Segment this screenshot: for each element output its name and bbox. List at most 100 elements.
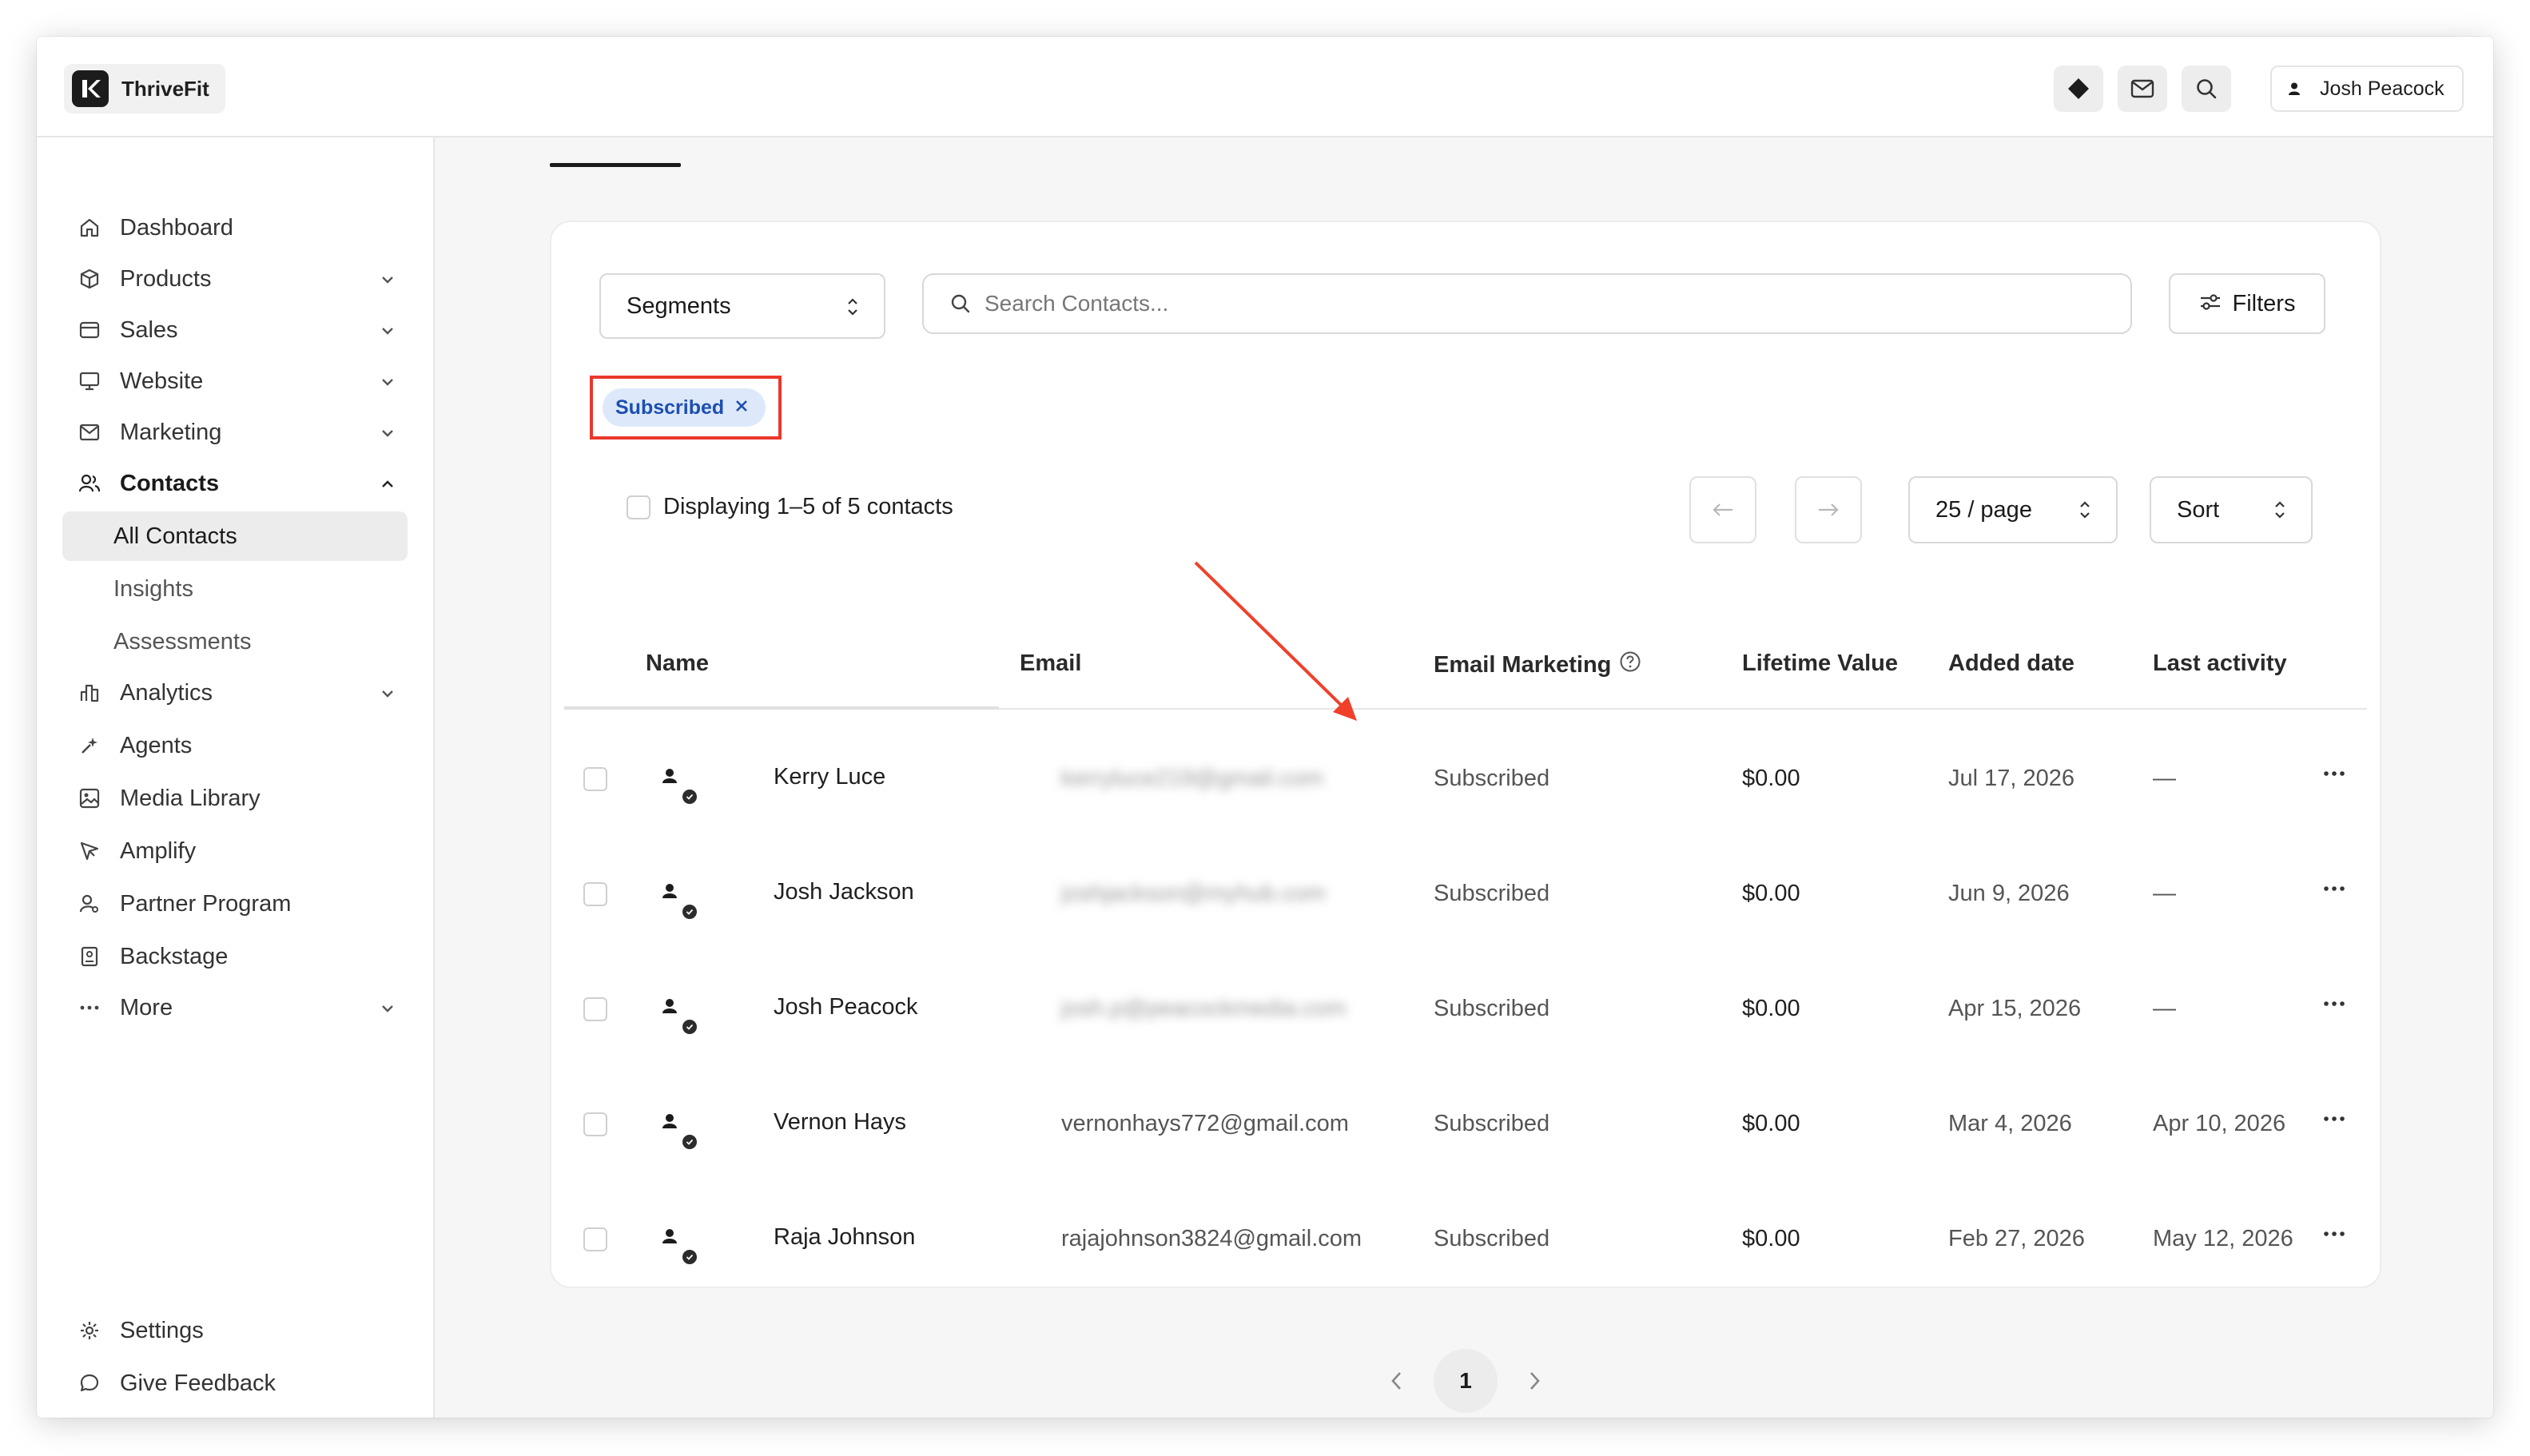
sidebar-item-label: Analytics	[120, 679, 213, 706]
column-header-last-activity[interactable]: Last activity	[2153, 650, 2287, 677]
column-header-name[interactable]: Name	[646, 650, 709, 677]
row-more-button[interactable]	[2314, 1218, 2354, 1250]
header-label: Added date	[1948, 650, 2075, 676]
contacts-card: Segments Search Contacts... Filters Subs…	[550, 221, 2381, 1288]
sidebar-item-agents[interactable]: Agents	[62, 721, 408, 770]
more-dots-icon	[2324, 886, 2345, 891]
row-more-button[interactable]	[2314, 1103, 2354, 1135]
prev-page-button[interactable]	[1689, 476, 1756, 543]
sidebar-item-partner-program[interactable]: Partner Program	[62, 879, 408, 929]
sidebar-item-assessments[interactable]: Assessments	[62, 617, 408, 666]
sidebar-item-sales[interactable]: Sales	[62, 305, 408, 355]
sidebar-item-give-feedback[interactable]: Give Feedback	[62, 1359, 408, 1408]
close-icon[interactable]	[734, 396, 750, 420]
inbox-button[interactable]	[2118, 66, 2167, 112]
name-column-divider	[564, 706, 999, 710]
row-checkbox[interactable]	[583, 1227, 607, 1251]
lifetime-value: $0.00	[1742, 1226, 1800, 1251]
sidebar-item-label: Assessments	[113, 628, 252, 654]
updown-chevron-icon	[2076, 499, 2094, 527]
arrow-left-icon	[1713, 503, 1732, 516]
sidebar-item-label: Website	[120, 368, 204, 394]
sidebar-item-backstage[interactable]: Backstage	[62, 932, 408, 981]
sidebar-item-analytics[interactable]: Analytics	[62, 668, 408, 718]
contact-name[interactable]: Kerry Luce	[774, 764, 885, 790]
partner-icon	[74, 893, 105, 914]
brand-switcher[interactable]: ThriveFit	[64, 64, 225, 113]
sidebar-item-label: Agents	[120, 732, 193, 758]
email-marketing-status: Subscribed	[1434, 766, 1550, 791]
table-row[interactable]: Kerry Luce kerryluce219@gmail.com Subscrib…	[551, 721, 2383, 836]
sidebar-item-label: Sales	[120, 316, 178, 343]
email-marketing-status: Subscribed	[1434, 881, 1550, 906]
segments-select[interactable]: Segments	[599, 273, 885, 339]
sidebar-item-marketing[interactable]: Marketing	[62, 408, 408, 457]
help-icon[interactable]	[1619, 650, 1641, 679]
table-row[interactable]: Raja Johnson rajajohnson3824@gmail.com Sub…	[551, 1181, 2383, 1296]
search-icon	[949, 292, 972, 315]
row-checkbox[interactable]	[583, 882, 607, 906]
user-name: Josh Peacock	[2320, 77, 2444, 100]
chevron-down-icon	[379, 997, 396, 1024]
row-more-button[interactable]	[2314, 988, 2354, 1020]
brand-logo-icon	[72, 70, 109, 107]
filters-button[interactable]: Filters	[2169, 273, 2325, 334]
per-page-select[interactable]: 25 / page	[1908, 476, 2118, 543]
column-header-email-marketing[interactable]: Email Marketing	[1434, 650, 1641, 679]
pager-next-button[interactable]	[1517, 1363, 1552, 1398]
diamond-button[interactable]	[2054, 66, 2103, 112]
contact-name[interactable]: Josh Jackson	[774, 879, 914, 905]
search-button[interactable]	[2182, 66, 2231, 112]
email-marketing-status: Subscribed	[1434, 1111, 1550, 1136]
sidebar-item-amplify[interactable]: Amplify	[62, 826, 408, 876]
header-label: Last activity	[2153, 650, 2287, 676]
chevron-left-icon	[1391, 1372, 1401, 1390]
sidebar-item-dashboard[interactable]: Dashboard	[62, 203, 408, 253]
select-all-checkbox[interactable]	[627, 495, 650, 519]
lifetime-value: $0.00	[1742, 996, 1800, 1021]
lifetime-value: $0.00	[1742, 881, 1800, 906]
row-checkbox[interactable]	[583, 997, 607, 1021]
user-menu-button[interactable]: Josh Peacock	[2270, 66, 2464, 112]
row-checkbox[interactable]	[583, 767, 607, 791]
next-page-button[interactable]	[1795, 476, 1862, 543]
sort-select[interactable]: Sort	[2150, 476, 2313, 543]
column-header-added-date[interactable]: Added date	[1948, 650, 2075, 677]
sidebar-item-contacts[interactable]: Contacts	[62, 459, 408, 508]
email-marketing-status: Subscribed	[1434, 1226, 1550, 1251]
current-page-button[interactable]: 1	[1434, 1349, 1498, 1413]
avatar	[650, 758, 698, 806]
sidebar-item-settings[interactable]: Settings	[62, 1306, 408, 1355]
sidebar-item-all-contacts[interactable]: All Contacts	[62, 511, 408, 561]
more-dots-icon	[2324, 1001, 2345, 1006]
row-more-button[interactable]	[2314, 873, 2354, 905]
sort-label: Sort	[2177, 496, 2220, 523]
contact-name[interactable]: Raja Johnson	[774, 1224, 915, 1251]
sidebar-item-website[interactable]: Website	[62, 356, 408, 406]
sidebar-item-insights[interactable]: Insights	[62, 564, 408, 614]
more-dots-icon	[2324, 1116, 2345, 1121]
table-row[interactable]: Vernon Hays vernonhays772@gmail.com Subscr…	[551, 1066, 2383, 1181]
sidebar-item-media-library[interactable]: Media Library	[62, 774, 408, 823]
search-input[interactable]: Search Contacts...	[922, 273, 2132, 334]
segments-label: Segments	[627, 292, 731, 319]
chevron-down-icon	[379, 269, 396, 295]
table-row[interactable]: Josh Jackson joshjackson@myhub.com Subscri…	[551, 836, 2383, 951]
table-row[interactable]: Josh Peacock josh.p@peacockmedia.com Subsc…	[551, 951, 2383, 1066]
per-page-label: 25 / page	[1935, 496, 2032, 523]
mail-icon	[2130, 79, 2154, 98]
active-filter-chip[interactable]: Subscribed	[603, 388, 766, 427]
sidebar-item-label: Media Library	[120, 785, 261, 811]
header-label: Email Marketing	[1434, 651, 1612, 678]
column-header-lifetime-value[interactable]: Lifetime Value	[1742, 650, 1898, 677]
row-more-button[interactable]	[2314, 758, 2354, 790]
sidebar-item-products[interactable]: Products	[62, 254, 408, 304]
contact-name[interactable]: Vernon Hays	[774, 1109, 906, 1136]
sidebar-item-more[interactable]: More	[62, 983, 408, 1032]
arrow-right-icon	[1819, 503, 1839, 516]
pager-prev-button[interactable]	[1379, 1363, 1414, 1398]
verified-badge-icon	[681, 1133, 698, 1151]
column-header-email[interactable]: Email	[1020, 650, 1081, 677]
contact-name[interactable]: Josh Peacock	[774, 994, 918, 1020]
row-checkbox[interactable]	[583, 1112, 607, 1136]
